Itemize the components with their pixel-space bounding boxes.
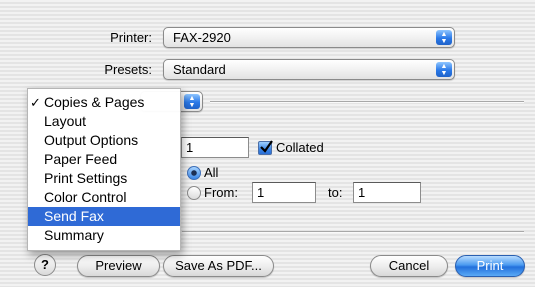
collated-checkbox[interactable] xyxy=(258,140,273,155)
all-pages-label: All xyxy=(204,165,219,180)
from-field[interactable]: 1 xyxy=(252,182,316,203)
save-as-pdf-button[interactable]: Save As PDF... xyxy=(163,255,274,277)
menu-item-label: Print Settings xyxy=(44,170,128,186)
presets-popup-value: Standard xyxy=(173,62,226,77)
from-label: From: xyxy=(204,185,238,200)
page-range-radio[interactable] xyxy=(187,186,201,200)
menu-item-label: Color Control xyxy=(44,189,127,205)
menu-item-label: Output Options xyxy=(44,132,139,148)
menu-item-summary[interactable]: Summary xyxy=(28,226,180,245)
menu-item-label: Paper Feed xyxy=(44,151,118,167)
checkmark-icon xyxy=(260,140,273,153)
collated-label: Collated xyxy=(276,140,324,155)
menu-item-label: Layout xyxy=(44,113,87,129)
menu-item-color-control[interactable]: Color Control xyxy=(28,188,180,207)
printer-label: Printer: xyxy=(110,30,152,45)
to-label: to: xyxy=(328,185,343,200)
pane-separator xyxy=(210,101,524,103)
all-pages-radio[interactable] xyxy=(187,166,201,180)
popup-arrows-icon: ▲ ▼ xyxy=(184,94,200,109)
preview-button[interactable]: Preview xyxy=(77,255,160,277)
print-button[interactable]: Print xyxy=(455,255,525,277)
presets-label: Presets: xyxy=(104,62,152,77)
printer-popup-value: FAX-2920 xyxy=(173,30,231,45)
help-button[interactable]: ? xyxy=(34,254,56,276)
menu-item-print-settings[interactable]: Print Settings xyxy=(28,169,180,188)
presets-popup[interactable]: Standard ▲ ▼ xyxy=(163,59,455,80)
bottom-separator xyxy=(182,231,524,233)
to-field[interactable]: 1 xyxy=(353,182,421,203)
menu-item-output-options[interactable]: Output Options xyxy=(28,131,180,150)
menu-item-paper-feed[interactable]: Paper Feed xyxy=(28,150,180,169)
menu-item-layout[interactable]: Layout xyxy=(28,112,180,131)
popup-arrows-icon: ▲ ▼ xyxy=(436,62,452,77)
checkmark-icon: ✓ xyxy=(30,95,41,110)
menu-item-send-fax[interactable]: Send Fax xyxy=(28,207,180,226)
pane-menu: ✓ Copies & Pages Layout Output Options P… xyxy=(27,88,181,251)
cancel-button[interactable]: Cancel xyxy=(370,255,448,277)
menu-item-label: Copies & Pages xyxy=(44,94,145,110)
menu-item-label: Send Fax xyxy=(44,208,104,224)
popup-arrows-icon: ▲ ▼ xyxy=(436,30,452,45)
menu-item-label: Summary xyxy=(44,227,104,243)
menu-item-copies-pages[interactable]: ✓ Copies & Pages xyxy=(28,93,180,112)
print-dialog: { "printer": { "label": "Printer:", "val… xyxy=(0,0,535,287)
copies-field[interactable]: 1 xyxy=(181,137,249,158)
printer-popup[interactable]: FAX-2920 ▲ ▼ xyxy=(163,27,455,48)
